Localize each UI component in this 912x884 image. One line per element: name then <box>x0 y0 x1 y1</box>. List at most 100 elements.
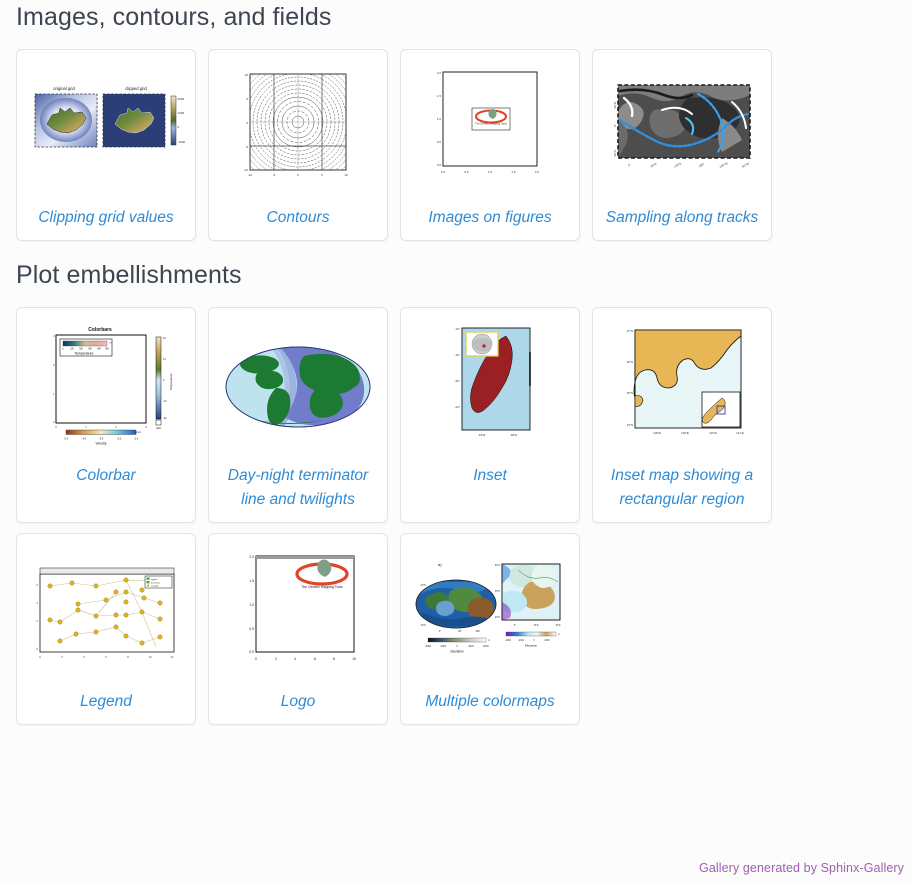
gallery-page: Images, contours, and fields original gr… <box>0 0 912 884</box>
svg-text:2.0: 2.0 <box>249 555 254 559</box>
svg-text:34°N: 34°N <box>627 423 633 427</box>
svg-text:-2.0: -2.0 <box>117 437 122 441</box>
svg-text:2.0: 2.0 <box>437 71 442 75</box>
gallery-card-inset[interactable]: -12° -16° -20° -24° 44°E 48°E Inset <box>400 307 580 523</box>
svg-text:139°E: 139°E <box>681 431 689 435</box>
multiple-colormaps-thumbnail: a) b) 0°90°180° <box>410 542 570 684</box>
svg-text:37°N: 37°N <box>627 329 633 333</box>
svg-text:4000: 4000 <box>468 645 474 648</box>
inset-thumbnail: -12° -16° -20° -24° 44°E 48°E <box>410 316 570 458</box>
svg-text:0°: 0° <box>514 625 516 627</box>
svg-text:-10: -10 <box>244 168 249 172</box>
svg-text:clipped grid: clipped grid <box>125 86 147 91</box>
svg-text:10: 10 <box>352 657 356 661</box>
svg-text:8000: 8000 <box>483 645 489 648</box>
svg-text:-24°: -24° <box>454 405 460 409</box>
svg-text:60°N: 60°N <box>495 565 500 567</box>
svg-text:2000: 2000 <box>544 640 550 642</box>
svg-text:fruit trees: fruit trees <box>151 581 161 584</box>
svg-text:44°E: 44°E <box>479 433 486 437</box>
svg-text:60°S: 60°S <box>613 150 617 157</box>
svg-text:60°N: 60°N <box>613 102 617 109</box>
gallery-card-caption: Inset map showing a rectangular region <box>599 464 765 512</box>
gallery-card-clipping-grid-values[interactable]: original grid clipped grid <box>16 49 196 241</box>
svg-text:6: 6 <box>314 657 316 661</box>
colorbar-thumbnail: Colorbars 0 100 200 300 400 500 m Temper… <box>26 316 186 458</box>
svg-text:NaN: NaN <box>156 427 161 430</box>
svg-text:1000: 1000 <box>178 111 185 115</box>
svg-text:m: m <box>488 639 490 642</box>
gallery-card-sampling-along-tracks[interactable]: 0° 60°E 120°E 180° 120°W 60°W 60°N 0° 60… <box>592 49 772 241</box>
logo-thumbnail: The Generic Mapping Tools 2.0 1.5 1.0 0.… <box>218 542 378 684</box>
gallery-card-caption: Logo <box>215 690 381 714</box>
svg-text:-1.0: -1.0 <box>134 437 139 441</box>
svg-text:1.5: 1.5 <box>437 94 442 98</box>
svg-text:The Generic Mapping Tools: The Generic Mapping Tools <box>301 585 343 589</box>
gallery-grid-images: original grid clipped grid <box>16 49 912 241</box>
svg-text:2000: 2000 <box>178 97 185 101</box>
svg-text:4: 4 <box>294 657 296 661</box>
svg-text:35°N: 35°N <box>627 391 633 395</box>
svg-text:-10: -10 <box>248 173 253 177</box>
svg-text:-4000: -4000 <box>505 640 512 642</box>
svg-text:10: 10 <box>344 173 348 177</box>
svg-text:Colorbars: Colorbars <box>88 327 112 333</box>
svg-text:140°E: 140°E <box>709 431 717 435</box>
svg-text:1.0: 1.0 <box>437 117 442 121</box>
svg-text:-3.0: -3.0 <box>99 437 104 441</box>
gallery-card-caption: Day-night terminator line and twilights <box>215 464 381 512</box>
gallery-card-caption: Sampling along tracks <box>599 206 765 230</box>
gallery-card-caption: Clipping grid values <box>23 206 189 230</box>
svg-text:Temperature: Temperature <box>169 373 173 390</box>
svg-text:Temperature: Temperature <box>74 352 93 356</box>
svg-text:Elevation: Elevation <box>450 650 463 654</box>
svg-text:0.0: 0.0 <box>249 650 254 654</box>
gallery-card-caption: Images on figures <box>407 206 573 230</box>
images-on-figures-thumbnail: The Generic Mapping Tools 0.0 0.5 1.0 1.… <box>410 58 570 200</box>
gallery-grid-embellishments: Colorbars 0 100 200 300 400 500 m Temper… <box>16 307 912 725</box>
svg-text:apples: apples <box>151 579 158 581</box>
svg-text:0.5: 0.5 <box>437 140 442 144</box>
svg-text:-8000: -8000 <box>425 645 432 648</box>
svg-text:The Generic Mapping Tools: The Generic Mapping Tools <box>475 121 507 125</box>
svg-text:m: m <box>558 634 560 636</box>
svg-text:48°E: 48°E <box>511 433 518 437</box>
svg-text:-5.0: -5.0 <box>64 437 69 441</box>
section-title-embellishments: Plot embellishments <box>16 262 912 290</box>
svg-text:30°E: 30°E <box>555 625 560 627</box>
svg-text:0°: 0° <box>439 630 441 633</box>
gallery-card-inset-map-rectangular-region[interactable]: 37°N 36°N 35°N 34°N 138°E 139°E 140°E 14… <box>592 307 772 523</box>
svg-text:180°: 180° <box>476 630 481 633</box>
sampling-along-tracks-thumbnail: 0° 60°E 120°E 180° 120°W 60°W 60°N 0° 60… <box>602 58 762 200</box>
svg-text:Velocity: Velocity <box>96 442 107 446</box>
gallery-card-caption: Inset <box>407 464 573 488</box>
svg-text:-1000: -1000 <box>178 140 186 144</box>
svg-text:90°: 90° <box>458 630 462 633</box>
svg-text:-5: -5 <box>245 145 248 149</box>
svg-text:10: 10 <box>245 73 249 77</box>
inset-map-rectangular-region-thumbnail: 37°N 36°N 35°N 34°N 138°E 139°E 140°E 14… <box>602 316 762 458</box>
gallery-card-legend[interactable]: apples fruit trees oranges 02 46 810 12 … <box>16 533 196 725</box>
svg-text:138°E: 138°E <box>653 431 661 435</box>
gallery-card-contours[interactable]: -10 -5 0 5 10 10 5 0 -5 -10 Contours <box>208 49 388 241</box>
gallery-card-multiple-colormaps[interactable]: a) b) 0°90°180° <box>400 533 580 725</box>
section-title-images: Images, contours, and fields <box>16 0 912 32</box>
svg-text:1.0: 1.0 <box>249 603 254 607</box>
svg-text:-4.0: -4.0 <box>82 437 87 441</box>
svg-text:1.5: 1.5 <box>511 170 516 174</box>
gallery-card-images-on-figures[interactable]: The Generic Mapping Tools 0.0 0.5 1.0 1.… <box>400 49 580 241</box>
svg-text:0: 0 <box>255 657 257 661</box>
svg-text:0°: 0° <box>416 604 418 607</box>
gallery-card-day-night-terminator[interactable]: Day-night terminator line and twilights <box>208 307 388 523</box>
svg-text:60°N: 60°N <box>421 584 427 587</box>
gallery-card-logo[interactable]: The Generic Mapping Tools 2.0 1.5 1.0 0.… <box>208 533 388 725</box>
svg-text:0.5: 0.5 <box>464 170 469 174</box>
svg-text:2: 2 <box>275 657 277 661</box>
svg-text:2.0: 2.0 <box>535 170 540 174</box>
svg-text:141°E: 141°E <box>736 431 744 435</box>
svg-text:8: 8 <box>333 657 335 661</box>
gallery-card-colorbar[interactable]: Colorbars 0 100 200 300 400 500 m Temper… <box>16 307 196 523</box>
contours-thumbnail: -10 -5 0 5 10 10 5 0 -5 -10 <box>218 58 378 200</box>
gallery-card-caption: Colorbar <box>23 464 189 488</box>
gallery-card-caption: Legend <box>23 690 189 714</box>
